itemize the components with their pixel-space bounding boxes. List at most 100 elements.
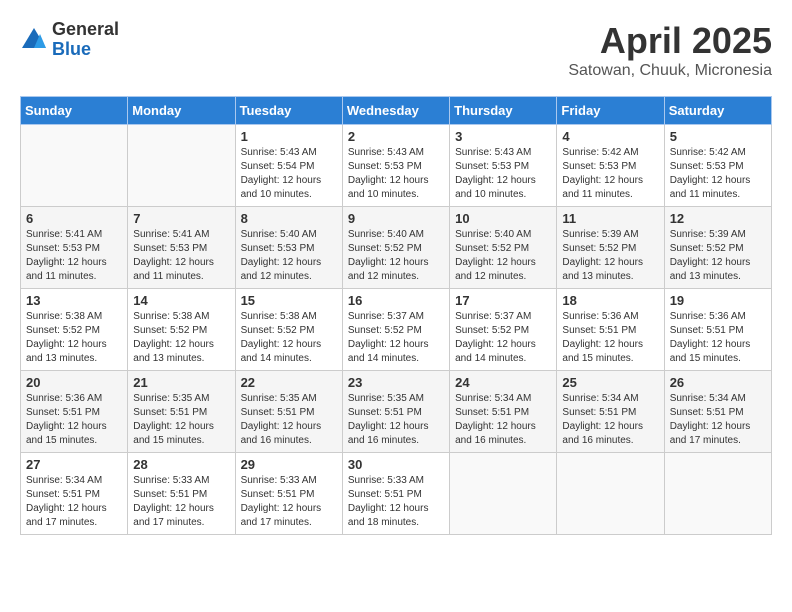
day-detail: Sunrise: 5:33 AM Sunset: 5:51 PM Dayligh… bbox=[348, 474, 444, 530]
day-number: 10 bbox=[455, 211, 551, 226]
calendar-cell bbox=[557, 453, 664, 535]
calendar-cell: 21 Sunrise: 5:35 AM Sunset: 5:51 PM Dayli… bbox=[128, 371, 235, 453]
calendar-cell: 15Sunrise: 5:38 AM Sunset: 5:52 PM Dayli… bbox=[235, 289, 342, 371]
weekday-header: Saturday bbox=[664, 97, 771, 125]
day-number: 9 bbox=[348, 211, 444, 226]
day-detail: Sunrise: 5:35 AM Sunset: 5:51 PM Dayligh… bbox=[348, 392, 444, 448]
logo-blue: Blue bbox=[52, 40, 119, 60]
weekday-header-row: SundayMondayTuesdayWednesdayThursdayFrid… bbox=[21, 97, 772, 125]
day-number: 23 bbox=[348, 375, 444, 390]
day-number: 7 bbox=[133, 211, 229, 226]
day-number: 20 bbox=[26, 375, 122, 390]
day-detail: Sunrise: 5:43 AM Sunset: 5:53 PM Dayligh… bbox=[455, 146, 551, 202]
day-number: 11 bbox=[562, 211, 658, 226]
calendar-cell: 10 Sunrise: 5:40 AM Sunset: 5:52 PM Dayli… bbox=[450, 207, 557, 289]
logo-icon bbox=[20, 26, 48, 54]
logo-text: General Blue bbox=[52, 20, 119, 60]
day-detail: Sunrise: 5:40 AM Sunset: 5:53 PM Dayligh… bbox=[241, 228, 337, 284]
day-number: 29 bbox=[241, 457, 337, 472]
weekday-header: Thursday bbox=[450, 97, 557, 125]
calendar-cell: 12 Sunrise: 5:39 AM Sunset: 5:52 PM Dayli… bbox=[664, 207, 771, 289]
calendar-cell: 18 Sunrise: 5:36 AM Sunset: 5:51 PM Dayli… bbox=[557, 289, 664, 371]
day-detail: Sunrise: 5:36 AM Sunset: 5:51 PM Dayligh… bbox=[670, 310, 766, 366]
calendar-week-row: 20 Sunrise: 5:36 AM Sunset: 5:51 PM Dayli… bbox=[21, 371, 772, 453]
day-number: 8 bbox=[241, 211, 337, 226]
calendar-week-row: 1 Sunrise: 5:43 AM Sunset: 5:54 PM Daylig… bbox=[21, 125, 772, 207]
logo-general: General bbox=[52, 20, 119, 40]
day-number: 3 bbox=[455, 129, 551, 144]
day-detail: Sunrise: 5:36 AM Sunset: 5:51 PM Dayligh… bbox=[562, 310, 658, 366]
day-number: 24 bbox=[455, 375, 551, 390]
calendar-cell: 14Sunrise: 5:38 AM Sunset: 5:52 PM Dayli… bbox=[128, 289, 235, 371]
calendar-cell: 16Sunrise: 5:37 AM Sunset: 5:52 PM Dayli… bbox=[342, 289, 449, 371]
day-number: 25 bbox=[562, 375, 658, 390]
day-detail: Sunrise: 5:35 AM Sunset: 5:51 PM Dayligh… bbox=[241, 392, 337, 448]
calendar-cell: 8 Sunrise: 5:40 AM Sunset: 5:53 PM Daylig… bbox=[235, 207, 342, 289]
day-number: 14 bbox=[133, 293, 229, 308]
day-detail: Sunrise: 5:36 AM Sunset: 5:51 PM Dayligh… bbox=[26, 392, 122, 448]
day-detail: Sunrise: 5:34 AM Sunset: 5:51 PM Dayligh… bbox=[26, 474, 122, 530]
day-number: 1 bbox=[241, 129, 337, 144]
calendar-cell: 13 Sunrise: 5:38 AM Sunset: 5:52 PM Dayli… bbox=[21, 289, 128, 371]
day-detail: Sunrise: 5:39 AM Sunset: 5:52 PM Dayligh… bbox=[670, 228, 766, 284]
weekday-header: Friday bbox=[557, 97, 664, 125]
calendar-cell: 22 Sunrise: 5:35 AM Sunset: 5:51 PM Dayli… bbox=[235, 371, 342, 453]
logo: General Blue bbox=[20, 20, 119, 60]
day-detail: Sunrise: 5:43 AM Sunset: 5:54 PM Dayligh… bbox=[241, 146, 337, 202]
day-number: 22 bbox=[241, 375, 337, 390]
day-number: 4 bbox=[562, 129, 658, 144]
calendar-cell: 11 Sunrise: 5:39 AM Sunset: 5:52 PM Dayli… bbox=[557, 207, 664, 289]
weekday-header: Monday bbox=[128, 97, 235, 125]
calendar-cell: 20 Sunrise: 5:36 AM Sunset: 5:51 PM Dayli… bbox=[21, 371, 128, 453]
day-number: 21 bbox=[133, 375, 229, 390]
day-detail: Sunrise: 5:33 AM Sunset: 5:51 PM Dayligh… bbox=[241, 474, 337, 530]
day-number: 6 bbox=[26, 211, 122, 226]
day-detail: Sunrise: 5:37 AM Sunset: 5:52 PM Dayligh… bbox=[455, 310, 551, 366]
day-detail: Sunrise: 5:39 AM Sunset: 5:52 PM Dayligh… bbox=[562, 228, 658, 284]
day-number: 18 bbox=[562, 293, 658, 308]
day-number: 2 bbox=[348, 129, 444, 144]
calendar-cell bbox=[128, 125, 235, 207]
day-detail: Sunrise: 5:35 AM Sunset: 5:51 PM Dayligh… bbox=[133, 392, 229, 448]
day-detail: Sunrise: 5:41 AM Sunset: 5:53 PM Dayligh… bbox=[26, 228, 122, 284]
day-number: 15 bbox=[241, 293, 337, 308]
day-detail: Sunrise: 5:34 AM Sunset: 5:51 PM Dayligh… bbox=[562, 392, 658, 448]
calendar-cell: 9 Sunrise: 5:40 AM Sunset: 5:52 PM Daylig… bbox=[342, 207, 449, 289]
calendar-cell: 25 Sunrise: 5:34 AM Sunset: 5:51 PM Dayli… bbox=[557, 371, 664, 453]
calendar-title: April 2025 bbox=[568, 20, 772, 62]
page-header: General Blue April 2025 Satowan, Chuuk, … bbox=[20, 20, 772, 80]
calendar-cell: 7 Sunrise: 5:41 AM Sunset: 5:53 PM Daylig… bbox=[128, 207, 235, 289]
day-number: 30 bbox=[348, 457, 444, 472]
day-detail: Sunrise: 5:40 AM Sunset: 5:52 PM Dayligh… bbox=[455, 228, 551, 284]
calendar-cell bbox=[21, 125, 128, 207]
calendar-cell: 2 Sunrise: 5:43 AM Sunset: 5:53 PM Daylig… bbox=[342, 125, 449, 207]
weekday-header: Tuesday bbox=[235, 97, 342, 125]
calendar-table: SundayMondayTuesdayWednesdayThursdayFrid… bbox=[20, 96, 772, 535]
calendar-cell: 27Sunrise: 5:34 AM Sunset: 5:51 PM Dayli… bbox=[21, 453, 128, 535]
weekday-header: Sunday bbox=[21, 97, 128, 125]
day-detail: Sunrise: 5:43 AM Sunset: 5:53 PM Dayligh… bbox=[348, 146, 444, 202]
day-detail: Sunrise: 5:41 AM Sunset: 5:53 PM Dayligh… bbox=[133, 228, 229, 284]
calendar-week-row: 27Sunrise: 5:34 AM Sunset: 5:51 PM Dayli… bbox=[21, 453, 772, 535]
day-number: 19 bbox=[670, 293, 766, 308]
calendar-week-row: 13 Sunrise: 5:38 AM Sunset: 5:52 PM Dayli… bbox=[21, 289, 772, 371]
day-detail: Sunrise: 5:33 AM Sunset: 5:51 PM Dayligh… bbox=[133, 474, 229, 530]
calendar-cell: 3 Sunrise: 5:43 AM Sunset: 5:53 PM Daylig… bbox=[450, 125, 557, 207]
day-detail: Sunrise: 5:37 AM Sunset: 5:52 PM Dayligh… bbox=[348, 310, 444, 366]
day-detail: Sunrise: 5:40 AM Sunset: 5:52 PM Dayligh… bbox=[348, 228, 444, 284]
day-detail: Sunrise: 5:38 AM Sunset: 5:52 PM Dayligh… bbox=[26, 310, 122, 366]
day-detail: Sunrise: 5:34 AM Sunset: 5:51 PM Dayligh… bbox=[670, 392, 766, 448]
calendar-week-row: 6 Sunrise: 5:41 AM Sunset: 5:53 PM Daylig… bbox=[21, 207, 772, 289]
title-block: April 2025 Satowan, Chuuk, Micronesia bbox=[568, 20, 772, 80]
day-number: 13 bbox=[26, 293, 122, 308]
day-number: 5 bbox=[670, 129, 766, 144]
day-number: 12 bbox=[670, 211, 766, 226]
calendar-cell: 5 Sunrise: 5:42 AM Sunset: 5:53 PM Daylig… bbox=[664, 125, 771, 207]
calendar-cell: 19 Sunrise: 5:36 AM Sunset: 5:51 PM Dayli… bbox=[664, 289, 771, 371]
calendar-cell: 30 Sunrise: 5:33 AM Sunset: 5:51 PM Dayli… bbox=[342, 453, 449, 535]
day-detail: Sunrise: 5:42 AM Sunset: 5:53 PM Dayligh… bbox=[670, 146, 766, 202]
calendar-cell: 6 Sunrise: 5:41 AM Sunset: 5:53 PM Daylig… bbox=[21, 207, 128, 289]
day-detail: Sunrise: 5:42 AM Sunset: 5:53 PM Dayligh… bbox=[562, 146, 658, 202]
day-number: 26 bbox=[670, 375, 766, 390]
weekday-header: Wednesday bbox=[342, 97, 449, 125]
